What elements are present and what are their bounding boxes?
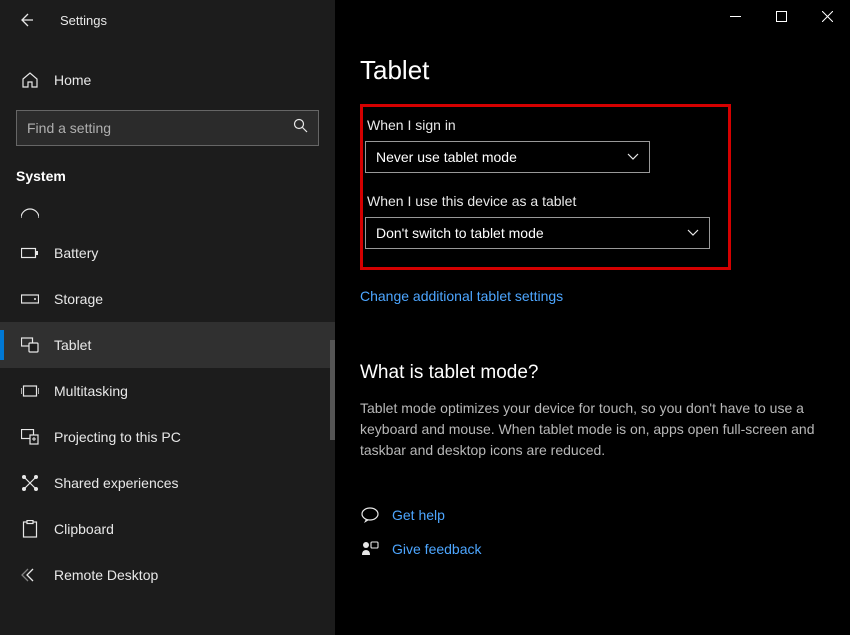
chevron-down-icon xyxy=(687,224,699,242)
sidebar-item-label: Storage xyxy=(54,291,103,307)
device-tablet-select[interactable]: Don't switch to tablet mode xyxy=(365,217,710,249)
chevron-down-icon xyxy=(627,148,639,166)
sidebar-item-label: Projecting to this PC xyxy=(54,429,181,445)
storage-icon xyxy=(20,289,40,309)
back-button[interactable] xyxy=(16,10,36,30)
maximize-button[interactable] xyxy=(758,0,804,32)
sidebar-section-label: System xyxy=(0,162,335,190)
minimize-button[interactable] xyxy=(712,0,758,32)
projecting-icon xyxy=(20,427,40,447)
sidebar-item-tablet[interactable]: Tablet xyxy=(0,322,335,368)
sidebar-item-label: Battery xyxy=(54,245,98,261)
feedback-icon xyxy=(360,539,380,559)
home-icon xyxy=(20,70,40,90)
multitasking-icon xyxy=(20,381,40,401)
search-input[interactable] xyxy=(27,120,293,136)
sidebar-nav-list: x Battery Storage Tablet Multitasking xyxy=(0,200,335,598)
sidebar-item-storage[interactable]: Storage xyxy=(0,276,335,322)
page-title: Tablet xyxy=(360,55,850,86)
app-title: Settings xyxy=(60,13,107,28)
sidebar-item-projecting[interactable]: Projecting to this PC xyxy=(0,414,335,460)
remote-desktop-icon xyxy=(20,565,40,585)
chat-icon xyxy=(360,505,380,525)
what-is-title: What is tablet mode? xyxy=(360,362,820,384)
device-tablet-label: When I use this device as a tablet xyxy=(367,193,710,209)
sidebar-item-label: Clipboard xyxy=(54,521,114,537)
window-controls xyxy=(712,0,850,32)
sidebar-item-remote[interactable]: Remote Desktop xyxy=(0,552,335,598)
titlebar: Settings xyxy=(0,0,335,40)
battery-icon xyxy=(20,243,40,263)
signin-select-value: Never use tablet mode xyxy=(376,149,517,165)
sidebar-home[interactable]: Home xyxy=(0,60,335,100)
shared-experiences-icon xyxy=(20,473,40,493)
tablet-icon xyxy=(20,335,40,355)
power-icon xyxy=(20,202,40,222)
get-help-row[interactable]: Get help xyxy=(360,505,850,525)
main-content: Tablet When I sign in Never use tablet m… xyxy=(335,0,850,635)
sidebar-item-label: Shared experiences xyxy=(54,475,179,491)
sidebar-item-shared[interactable]: Shared experiences xyxy=(0,460,335,506)
what-is-description: Tablet mode optimizes your device for to… xyxy=(360,398,820,461)
sidebar: Settings Home System x Battery xyxy=(0,0,335,635)
close-button[interactable] xyxy=(804,0,850,32)
support-links: Get help Give feedback xyxy=(360,505,850,559)
sidebar-item-label: Multitasking xyxy=(54,383,128,399)
search-box[interactable] xyxy=(16,110,319,146)
signin-label: When I sign in xyxy=(367,117,710,133)
clipboard-icon xyxy=(20,519,40,539)
sidebar-item-clipboard[interactable]: Clipboard xyxy=(0,506,335,552)
sidebar-item-battery[interactable]: Battery xyxy=(0,230,335,276)
sidebar-item-label: Remote Desktop xyxy=(54,567,158,583)
search-icon xyxy=(293,118,308,138)
give-feedback-link: Give feedback xyxy=(392,541,482,557)
device-tablet-select-value: Don't switch to tablet mode xyxy=(376,225,544,241)
sidebar-item-power[interactable]: x xyxy=(0,200,335,230)
highlight-annotation: When I sign in Never use tablet mode Whe… xyxy=(360,104,731,270)
arrow-left-icon xyxy=(18,12,34,28)
sidebar-item-multitasking[interactable]: Multitasking xyxy=(0,368,335,414)
additional-settings-link[interactable]: Change additional tablet settings xyxy=(360,288,563,304)
what-is-section: What is tablet mode? Tablet mode optimiz… xyxy=(360,362,850,461)
get-help-link: Get help xyxy=(392,507,445,523)
give-feedback-row[interactable]: Give feedback xyxy=(360,539,850,559)
signin-select[interactable]: Never use tablet mode xyxy=(365,141,650,173)
sidebar-item-label: Tablet xyxy=(54,337,91,353)
home-label: Home xyxy=(54,72,91,88)
